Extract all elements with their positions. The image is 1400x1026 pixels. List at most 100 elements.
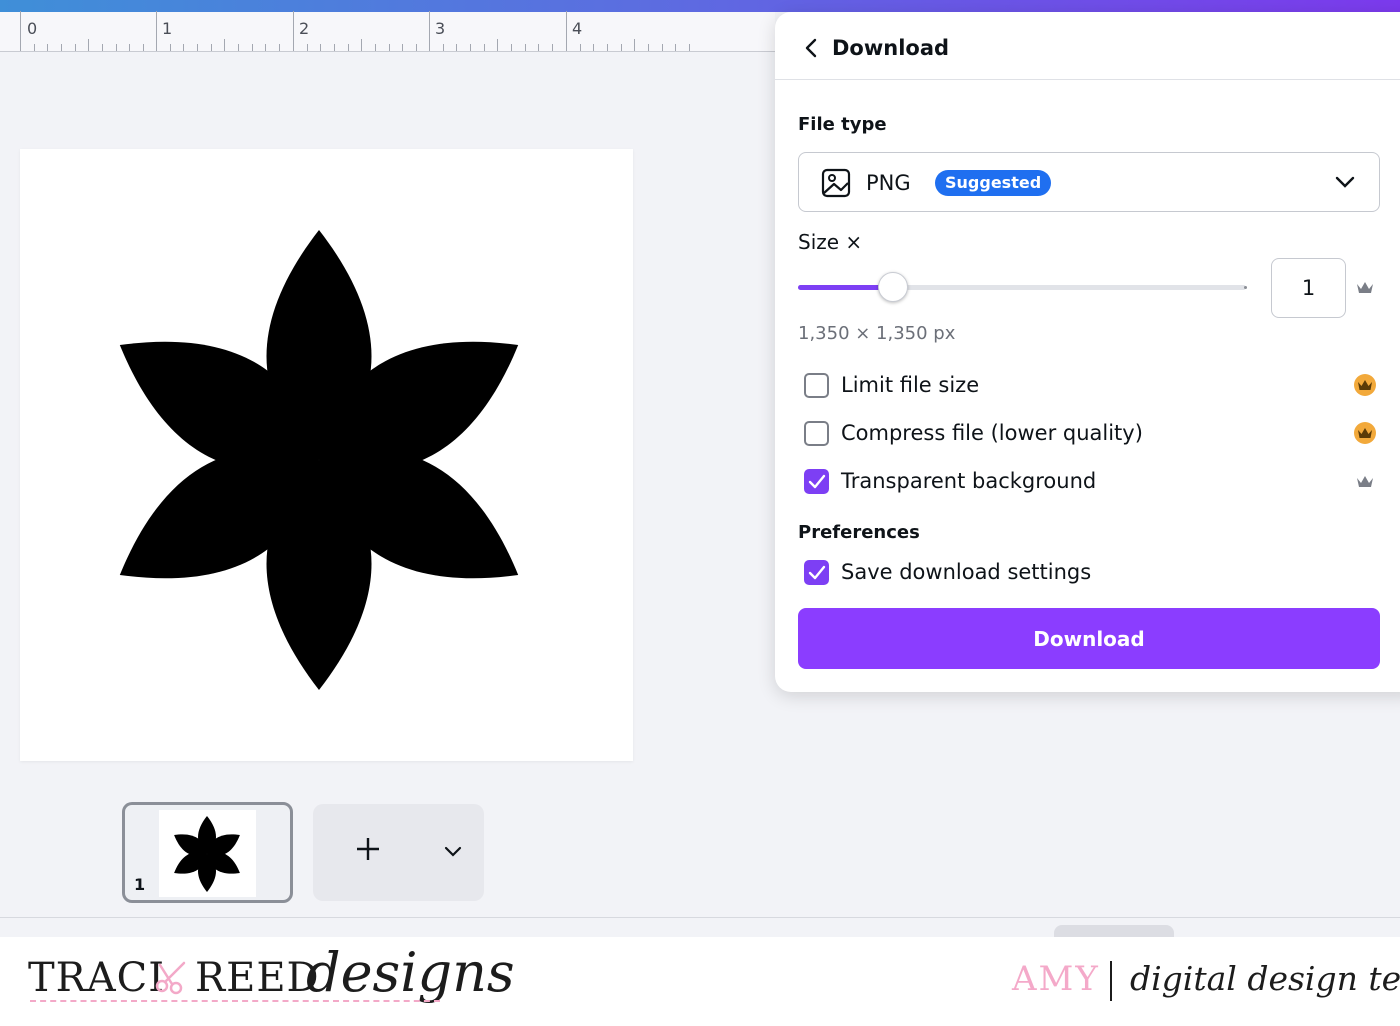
ruler-minor-tick bbox=[511, 44, 512, 51]
ruler-minor-tick bbox=[675, 44, 676, 51]
crown-icon bbox=[1357, 476, 1373, 487]
team-member-name: AMY bbox=[1012, 959, 1100, 999]
ruler-minor-tick bbox=[116, 44, 117, 51]
ruler-minor-tick bbox=[252, 44, 253, 51]
ruler-major-tick bbox=[293, 11, 294, 51]
ruler-minor-tick bbox=[580, 44, 581, 51]
size-input[interactable]: 1 bbox=[1271, 258, 1346, 318]
thumbnail-flower bbox=[174, 816, 240, 892]
ruler-minor-tick bbox=[47, 44, 48, 51]
brand-name-right: REED bbox=[195, 955, 320, 1001]
chevron-down-icon[interactable] bbox=[443, 844, 463, 858]
ruler-minor-tick bbox=[334, 44, 335, 51]
ruler-minor-tick bbox=[470, 44, 471, 51]
ruler-minor-tick bbox=[265, 44, 266, 51]
ruler-major-tick bbox=[156, 11, 157, 51]
download-button[interactable]: Download bbox=[798, 608, 1380, 669]
file-type-select[interactable]: PNG Suggested bbox=[798, 152, 1380, 212]
output-dimensions: 1,350 × 1,350 px bbox=[798, 323, 956, 344]
ruler-minor-tick bbox=[307, 44, 308, 51]
ruler-minor-tick bbox=[75, 44, 76, 51]
team-name: digital design team bbox=[1130, 959, 1400, 998]
option-label: Compress file (lower quality) bbox=[841, 421, 1143, 445]
file-type-value: PNG bbox=[866, 171, 911, 195]
ruler-minor-tick bbox=[456, 44, 457, 51]
ruler-minor-tick bbox=[170, 44, 171, 51]
ruler-minor-tick bbox=[361, 39, 362, 51]
brand-underline bbox=[30, 1000, 440, 1002]
option-label: Save download settings bbox=[841, 560, 1092, 584]
design-canvas[interactable] bbox=[20, 149, 633, 761]
option-label: Limit file size bbox=[841, 373, 980, 397]
ruler-minor-tick bbox=[197, 44, 198, 51]
brand-script: designs bbox=[306, 941, 515, 1004]
checkmark-icon bbox=[808, 565, 826, 580]
ruler-minor-tick bbox=[402, 44, 403, 51]
horizontal-ruler: 0 1 2 3 4 bbox=[0, 11, 775, 52]
page-thumbnail-1[interactable]: 1 bbox=[122, 802, 293, 903]
crown-icon bbox=[1354, 422, 1376, 444]
ruler-minor-tick bbox=[102, 44, 103, 51]
ruler-minor-tick bbox=[224, 39, 225, 51]
panel-header: Download bbox=[775, 12, 1400, 80]
flower-shape[interactable] bbox=[20, 149, 633, 761]
ruler-minor-tick bbox=[320, 44, 321, 51]
ruler-major-tick bbox=[566, 11, 567, 51]
ruler-mark-0: 0 bbox=[27, 19, 38, 38]
slider-handle[interactable] bbox=[878, 272, 908, 302]
ruler-minor-tick bbox=[525, 44, 526, 51]
top-gradient-bar bbox=[0, 0, 1400, 12]
ruler-minor-tick bbox=[621, 44, 622, 51]
ruler-mark-4: 4 bbox=[572, 19, 583, 38]
suggested-badge: Suggested bbox=[935, 170, 1052, 196]
ruler-minor-tick bbox=[538, 44, 539, 51]
image-icon bbox=[821, 168, 851, 198]
view-toggle[interactable] bbox=[1054, 925, 1174, 937]
ruler-minor-tick bbox=[88, 39, 89, 51]
panel-title: Download bbox=[832, 36, 950, 60]
ruler-minor-tick bbox=[689, 44, 690, 51]
ruler-minor-tick bbox=[389, 44, 390, 51]
ruler-mark-2: 2 bbox=[299, 19, 310, 38]
preferences-label: Preferences bbox=[798, 522, 920, 543]
page-number: 1 bbox=[134, 875, 146, 894]
option-label: Transparent background bbox=[841, 469, 1097, 493]
scissors-icon bbox=[155, 961, 186, 995]
ruler-mark-1: 1 bbox=[162, 19, 173, 38]
ruler-minor-tick bbox=[238, 44, 239, 51]
ruler-minor-tick bbox=[593, 44, 594, 51]
back-arrow-icon[interactable] bbox=[801, 36, 821, 60]
compress-file-checkbox[interactable] bbox=[804, 421, 829, 446]
file-type-label: File type bbox=[798, 114, 887, 135]
ruler-minor-tick bbox=[375, 44, 376, 51]
ruler-minor-tick bbox=[61, 44, 62, 51]
limit-file-size-checkbox[interactable] bbox=[804, 373, 829, 398]
bottom-toolbar bbox=[0, 917, 1400, 937]
add-page-button[interactable] bbox=[313, 804, 484, 901]
ruler-minor-tick bbox=[211, 44, 212, 51]
ruler-major-tick bbox=[429, 11, 430, 51]
ruler-minor-tick bbox=[443, 44, 444, 51]
ruler-mark-3: 3 bbox=[435, 19, 446, 38]
ruler-minor-tick bbox=[279, 44, 280, 51]
ruler-minor-tick bbox=[497, 39, 498, 51]
ruler-minor-tick bbox=[607, 44, 608, 51]
ruler-minor-tick bbox=[634, 39, 635, 51]
crown-icon bbox=[1357, 282, 1373, 293]
size-slider[interactable] bbox=[798, 272, 1247, 302]
ruler-minor-tick bbox=[416, 44, 417, 51]
ruler-minor-tick bbox=[552, 44, 553, 51]
plus-icon bbox=[357, 838, 379, 860]
save-settings-checkbox[interactable] bbox=[804, 560, 829, 585]
ruler-minor-tick bbox=[648, 44, 649, 51]
footer-banner: TRACI REED designs AMY digital design te… bbox=[0, 937, 1400, 1026]
download-panel: Download File type PNG Suggested Size × … bbox=[775, 12, 1400, 692]
ruler-minor-tick bbox=[183, 44, 184, 51]
size-label: Size × bbox=[798, 230, 863, 254]
ruler-major-tick bbox=[20, 11, 21, 51]
ruler-minor-tick bbox=[143, 44, 144, 51]
footer-divider bbox=[1110, 961, 1112, 1001]
transparent-background-checkbox[interactable] bbox=[804, 469, 829, 494]
crown-icon bbox=[1354, 374, 1376, 396]
ruler-minor-tick bbox=[34, 44, 35, 51]
